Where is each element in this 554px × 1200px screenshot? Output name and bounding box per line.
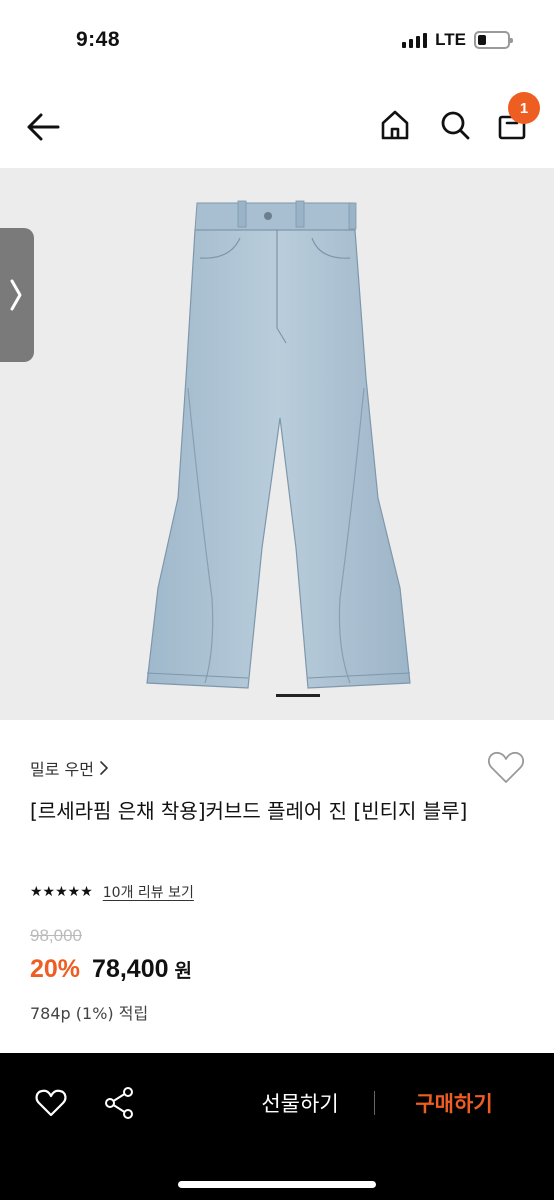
reward-points: 784p (1%) 적립 (30, 1004, 149, 1023)
top-nav (0, 84, 554, 168)
bottom-wishlist-button[interactable] (34, 1086, 68, 1120)
battery-icon (474, 31, 513, 49)
heart-icon (488, 751, 524, 783)
star-rating: ★★★★★ (30, 884, 93, 900)
discount-rate: 20% (30, 955, 81, 983)
gift-button[interactable]: 선물하기 (240, 1083, 360, 1123)
status-time: 9:48 (76, 28, 121, 51)
back-button[interactable] (22, 106, 64, 148)
brand-link[interactable]: 밀로 우먼 (30, 756, 108, 780)
sale-price: 78,400 (92, 955, 169, 983)
carousel-indicator (276, 694, 320, 697)
product-image-carousel[interactable] (0, 168, 554, 720)
currency-unit: 원 (174, 960, 192, 982)
brand-name: 밀로 우먼 (30, 760, 94, 779)
back-arrow-icon (27, 113, 60, 141)
review-link[interactable]: 10개 리뷰 보기 (103, 882, 194, 902)
buy-button[interactable]: 구매하기 (396, 1083, 512, 1123)
product-title: [르세라핌 은채 착용]커브드 플레어 진 [빈티지 블루] (30, 799, 468, 823)
product-photo-jeans (146, 200, 411, 689)
image-next-button[interactable] (0, 228, 34, 362)
wishlist-button[interactable] (486, 748, 526, 788)
search-button[interactable] (436, 104, 474, 146)
price-row: 20% 78,400 원 (30, 955, 192, 984)
share-button[interactable] (102, 1085, 136, 1121)
home-indicator (178, 1181, 376, 1188)
divider (374, 1091, 375, 1115)
share-icon (105, 1087, 133, 1119)
home-icon (381, 110, 409, 140)
status-indicators: LTE (402, 30, 513, 50)
status-bar: 9:48 LTE (0, 0, 554, 84)
network-label: LTE (435, 30, 466, 49)
heart-icon (35, 1089, 67, 1117)
original-price: 98,000 (30, 926, 82, 945)
chevron-right-icon (10, 279, 22, 311)
home-button[interactable] (376, 104, 414, 146)
bottom-action-bar: 선물하기 구매하기 (0, 1053, 554, 1200)
signal-icon (402, 32, 428, 48)
search-icon (441, 111, 470, 140)
rating-row: ★★★★★ 10개 리뷰 보기 (30, 882, 194, 902)
cart-count-badge: 1 (508, 92, 540, 124)
chevron-right-icon (100, 761, 108, 775)
